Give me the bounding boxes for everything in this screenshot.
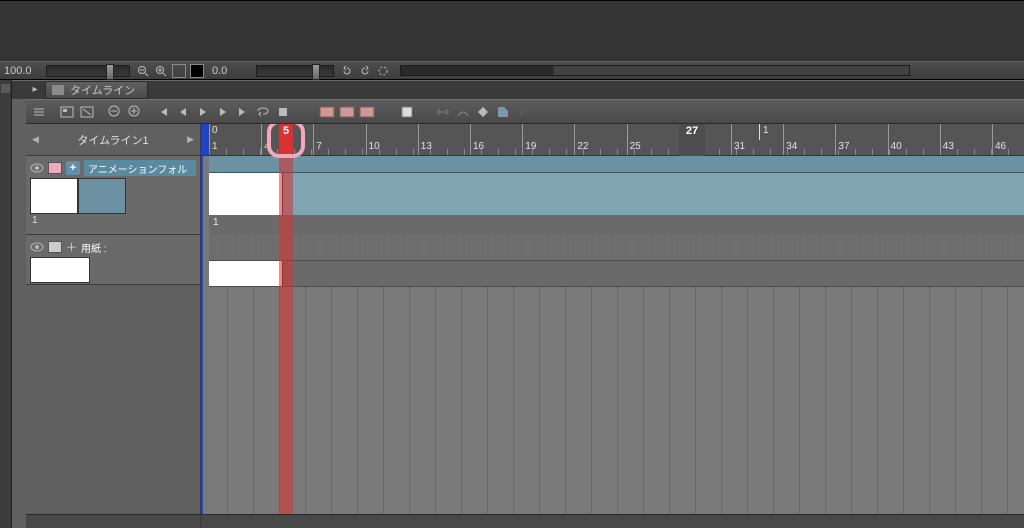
track-header-paper[interactable]: ＋ 用紙 : (26, 235, 201, 285)
keyframe-icon[interactable] (475, 104, 491, 120)
timeline-panel: ▸ タイムライン (12, 80, 1024, 528)
rotate-cw-icon[interactable] (357, 63, 373, 79)
playhead-frame: 5 (279, 125, 293, 137)
stop-icon[interactable] (275, 104, 291, 120)
ruler-top-start: 0 (212, 125, 218, 136)
new-cel-icon[interactable] (59, 104, 75, 120)
clip-paper[interactable] (209, 261, 283, 286)
delete-cel-icon[interactable] (79, 104, 95, 120)
start-line (201, 156, 203, 514)
panel-gutter[interactable] (0, 80, 12, 528)
ruler-label: 46 (995, 141, 1006, 152)
view-footer: 100.0 0.0 (0, 61, 1024, 79)
next-frame-icon[interactable] (215, 104, 231, 120)
fit-icon[interactable] (171, 63, 187, 79)
fill-icon[interactable] (189, 63, 205, 79)
zoom-value[interactable]: 100.0 (4, 65, 42, 77)
playhead[interactable]: 5 (279, 124, 293, 156)
go-start-icon[interactable] (155, 104, 171, 120)
menu-left-icon: ◀ (32, 134, 39, 145)
ruler-label: 22 (577, 141, 588, 152)
sheet-icon[interactable] (399, 104, 415, 120)
ruler-label: 25 (630, 141, 641, 152)
rotate-ccw-icon[interactable] (339, 63, 355, 79)
track-lane-paper[interactable] (209, 235, 1024, 287)
link-icon[interactable] (435, 104, 451, 120)
row-index: 1 (30, 214, 196, 227)
ruler-label: 16 (473, 141, 484, 152)
tab-timeline[interactable]: タイムライン (45, 81, 148, 99)
menu-right-icon: ▶ (187, 134, 194, 145)
cel-thumbnail-selected[interactable] (78, 178, 126, 214)
time-ruler[interactable]: 0 1 471013161922252831343740434649 27 1 (201, 124, 1024, 156)
clip-animation[interactable] (209, 173, 283, 215)
playback-minibar[interactable] (400, 65, 910, 76)
visibility-icon[interactable] (30, 163, 44, 173)
expand-handle-icon[interactable]: ▸ (27, 81, 43, 97)
clip-a-icon[interactable] (319, 104, 335, 120)
end-marker-label: 27 (679, 125, 705, 137)
track-header-column: ◀ タイムライン1 ▶ + アニメーションフォル 1 (26, 124, 201, 528)
ruler-label: 4 (264, 141, 270, 152)
hscroll-tracks[interactable] (201, 514, 1024, 528)
paper-icon (48, 241, 62, 253)
curve-icon[interactable] (455, 104, 471, 120)
panel-tabs: ▸ タイムライン (12, 80, 1024, 99)
play-icon[interactable] (195, 104, 211, 120)
clip-b-icon[interactable] (339, 104, 355, 120)
timeline-name: タイムライン1 (77, 132, 148, 148)
ruler-label: 7 (316, 141, 322, 152)
ruler-label: 19 (525, 141, 536, 152)
zoom-slider[interactable] (46, 65, 130, 77)
second-1-label: 1 (763, 125, 769, 136)
lane-label: 1 (209, 215, 1024, 235)
ruler-label: 43 (943, 141, 954, 152)
zoom-in-tl-icon[interactable] (127, 104, 143, 120)
rotation-slider[interactable] (256, 65, 334, 77)
zoom-in-icon[interactable] (153, 63, 169, 79)
cel-thumbnail[interactable] (30, 178, 78, 214)
divider-icon: ／ (515, 104, 531, 120)
ruler-label: 37 (838, 141, 849, 152)
tag-icon[interactable] (495, 104, 511, 120)
add-cel-button[interactable]: + (66, 161, 80, 175)
track-header-empty (26, 285, 201, 514)
ruler-label: 40 (891, 141, 902, 152)
start-marker[interactable] (201, 124, 209, 155)
ruler-label: 13 (421, 141, 432, 152)
prev-frame-icon[interactable] (175, 104, 191, 120)
cel-thumbnail[interactable] (30, 257, 90, 283)
zoom-out-icon[interactable] (135, 63, 151, 79)
clip-c-icon[interactable] (359, 104, 375, 120)
menu-icon[interactable] (31, 104, 47, 120)
track-empty-area (201, 287, 1024, 514)
canvas-backdrop (0, 0, 1024, 61)
spinner-icon[interactable] (375, 63, 391, 79)
rotation-value[interactable]: 0.0 (212, 65, 252, 77)
track-name-animation: アニメーションフォル (84, 160, 196, 176)
loop-icon[interactable] (255, 104, 271, 120)
ruler-label: 34 (786, 141, 797, 152)
ruler-label: 31 (734, 141, 745, 152)
ruler-bottom-start: 1 (212, 141, 218, 152)
tab-label: タイムライン (70, 82, 135, 98)
timeline-name-button[interactable]: ◀ タイムライン1 ▶ (26, 124, 201, 156)
track-lane-animation[interactable]: 1 (209, 156, 1024, 235)
timeline-toolbar: ／ (26, 99, 1024, 123)
end-marker[interactable]: 27 (679, 124, 705, 156)
timeline-tracks-area[interactable]: 0 1 471013161922252831343740434649 27 1 … (201, 124, 1024, 528)
go-end-icon[interactable] (235, 104, 251, 120)
hscroll-left[interactable] (26, 514, 201, 528)
track-header-animation[interactable]: + アニメーションフォル 1 (26, 156, 201, 235)
ruler-label: 10 (369, 141, 380, 152)
folder-icon (48, 162, 62, 174)
track-name-paper: 用紙 : (81, 240, 196, 255)
zoom-out-tl-icon[interactable] (107, 104, 123, 120)
visibility-icon[interactable] (30, 242, 44, 252)
playhead-line (279, 156, 293, 514)
timeline-icon (52, 85, 64, 95)
